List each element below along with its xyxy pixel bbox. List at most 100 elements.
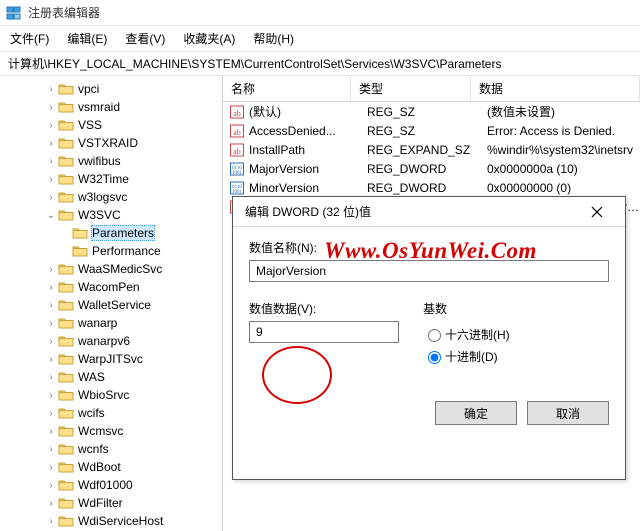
folder-icon [58,154,74,168]
value-data-input[interactable] [249,321,399,343]
chevron-right-icon[interactable]: › [44,514,58,528]
value-row[interactable]: 01101001MinorVersionREG_DWORD0x00000000 … [223,178,640,197]
radio-hex-input[interactable] [428,329,441,342]
chevron-right-icon[interactable]: › [44,460,58,474]
chevron-right-icon[interactable]: › [44,136,58,150]
tree-item[interactable]: ›WalletService [2,296,222,314]
header-type[interactable]: 类型 [351,76,471,101]
string-value-icon: ab [229,104,245,120]
tree-item[interactable]: ›WbioSrvc [2,386,222,404]
value-data: Error: Access is Denied. [487,124,640,138]
tree-item-label: VSS [78,118,102,132]
menu-edit[interactable]: 编辑(E) [65,28,109,49]
chevron-right-icon[interactable]: › [44,334,58,348]
chevron-right-icon[interactable]: › [44,172,58,186]
tree-item[interactable]: › Wcmsvc [2,422,222,440]
value-type: REG_EXPAND_SZ [367,143,487,157]
chevron-right-icon[interactable]: › [44,352,58,366]
tree-item-label: Wdf01000 [78,478,133,492]
binary-value-icon: 01101001 [229,161,245,177]
chevron-right-icon[interactable]: › [44,280,58,294]
cancel-button[interactable]: 取消 [527,401,609,425]
chevron-right-icon[interactable]: › [44,424,58,438]
tree-item[interactable]: ›WdBoot [2,458,222,476]
tree-item[interactable]: › W32Time [2,170,222,188]
tree-item[interactable]: ›WdFilter [2,494,222,512]
tree-item-label: WacomPen [78,280,140,294]
tree-item[interactable]: › vwifibus [2,152,222,170]
tree-item-label: W3SVC [78,208,121,222]
chevron-right-icon[interactable]: › [44,118,58,132]
svg-text:ab: ab [233,147,241,156]
chevron-right-icon[interactable]: › [44,298,58,312]
tree-item[interactable]: › Wdf01000 [2,476,222,494]
chevron-right-icon[interactable]: › [44,154,58,168]
menu-view[interactable]: 查看(V) [123,28,167,49]
ok-button[interactable]: 确定 [435,401,517,425]
tree-item[interactable]: Performance [2,242,222,260]
chevron-right-icon[interactable]: › [44,190,58,204]
tree-item[interactable]: › wanarp [2,314,222,332]
value-data: %windir%\system32\inetsrv [487,143,640,157]
address-bar[interactable]: 计算机\HKEY_LOCAL_MACHINE\SYSTEM\CurrentCon… [0,52,640,76]
value-data: (数值未设置) [487,103,640,120]
chevron-right-icon[interactable]: › [44,388,58,402]
tree-item-label: vpci [78,82,99,96]
folder-icon [58,100,74,114]
tree-item[interactable]: Parameters [2,224,222,242]
chevron-right-icon[interactable]: › [44,262,58,276]
tree-item[interactable]: ›WAS [2,368,222,386]
tree-item[interactable]: ›wanarpv6 [2,332,222,350]
value-row[interactable]: 01101001MajorVersionREG_DWORD0x0000000a … [223,159,640,178]
header-data[interactable]: 数据 [471,76,640,101]
chevron-right-icon[interactable]: › [44,316,58,330]
binary-value-icon: 01101001 [229,180,245,196]
menu-file[interactable]: 文件(F) [8,28,51,49]
tree-item[interactable]: › VSS [2,116,222,134]
menu-help[interactable]: 帮助(H) [251,28,296,49]
window-titlebar: 注册表编辑器 [0,0,640,26]
chevron-right-icon[interactable]: › [44,370,58,384]
tree-item[interactable]: ›WarpJITSvc [2,350,222,368]
tree-item[interactable]: ›w3logsvc [2,188,222,206]
tree-item[interactable]: ›wcnfs [2,440,222,458]
registry-tree[interactable]: ›vpci›vsmraid›VSS›VSTXRAID›vwifibus›W32T… [0,76,223,531]
chevron-right-icon[interactable]: › [44,496,58,510]
header-name[interactable]: 名称 [223,76,351,101]
value-row[interactable]: abAccessDenied...REG_SZError: Access is … [223,121,640,140]
chevron-right-icon[interactable]: › [44,406,58,420]
tree-item-label: wanarp [78,316,117,330]
tree-item[interactable]: ›WaaSMedicSvc [2,260,222,278]
value-name-input[interactable] [249,260,609,282]
tree-item[interactable]: ›WdiServiceHost [2,512,222,530]
tree-item[interactable]: ⌄ W3SVC [2,206,222,224]
folder-icon [58,460,74,474]
chevron-right-icon[interactable]: › [44,82,58,96]
radio-dec[interactable]: 十进制(D) [423,345,510,367]
chevron-right-icon[interactable]: › [44,442,58,456]
value-data: 0x0000000a (10) [487,162,640,176]
radio-hex[interactable]: 十六进制(H) [423,323,510,345]
menu-favorites[interactable]: 收藏夹(A) [181,28,237,49]
tree-item[interactable]: ›wcifs [2,404,222,422]
tree-item-label: W32Time [78,172,129,186]
tree-item[interactable]: › vpci [2,80,222,98]
value-row[interactable]: abInstallPathREG_EXPAND_SZ%windir%\syste… [223,140,640,159]
tree-item-label: vwifibus [78,154,121,168]
chevron-right-icon[interactable]: › [44,100,58,114]
radio-dec-input[interactable] [428,351,441,364]
tree-item-label: Wcmsvc [78,424,123,438]
folder-icon [58,280,74,294]
value-type: REG_DWORD [367,162,487,176]
value-name: MinorVersion [249,181,367,195]
dialog-close-button[interactable] [577,198,617,226]
tree-item[interactable]: ›vsmraid [2,98,222,116]
tree-item[interactable]: ›VSTXRAID [2,134,222,152]
folder-icon [58,370,74,384]
tree-item[interactable]: › WacomPen [2,278,222,296]
chevron-right-icon[interactable]: › [44,478,58,492]
value-row[interactable]: ab(默认)REG_SZ(数值未设置) [223,102,640,121]
base-group-label: 基数 [423,300,510,317]
dialog-titlebar[interactable]: 编辑 DWORD (32 位)值 [233,197,625,227]
chevron-down-icon[interactable]: ⌄ [44,208,58,222]
